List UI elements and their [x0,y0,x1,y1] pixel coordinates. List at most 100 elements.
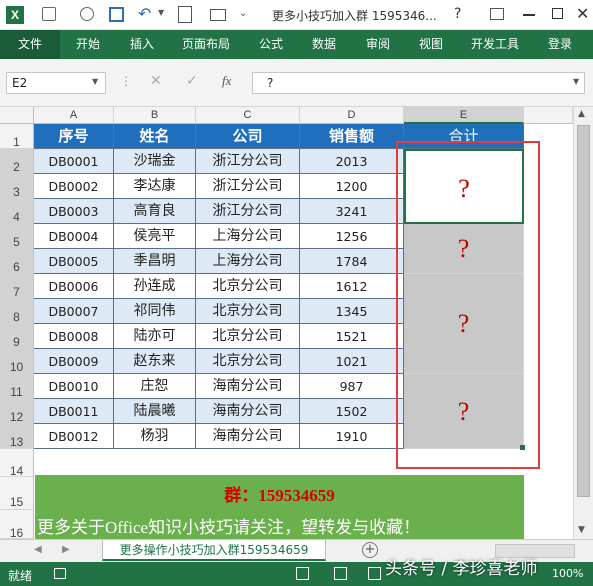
formula-input[interactable]: ? [252,72,585,94]
cell-sales[interactable]: 1256 [300,224,404,249]
cell-company[interactable]: 北京分公司 [196,349,300,374]
enter-icon[interactable]: ✓ [186,73,198,89]
cell-company[interactable]: 北京分公司 [196,274,300,299]
cell-sales[interactable]: 1200 [300,174,404,199]
cell-sales[interactable]: 1345 [300,299,404,324]
cell-company[interactable]: 上海分公司 [196,224,300,249]
cell-company[interactable]: 北京分公司 [196,299,300,324]
row-header[interactable]: 4 [0,199,34,224]
tab-review[interactable]: 审阅 [366,30,390,59]
cell-name[interactable]: 李达康 [114,174,196,199]
cell-no[interactable]: DB0012 [34,424,114,449]
cell-no[interactable]: DB0011 [34,399,114,424]
cell-name[interactable]: 祁同伟 [114,299,196,324]
header-cell-name[interactable]: 姓名 [114,124,196,149]
column-header-a[interactable]: A [34,107,114,124]
new-sheet-icon[interactable]: + [362,542,378,558]
qat-icon-2[interactable] [80,7,94,21]
macro-record-icon[interactable] [54,568,66,579]
cell-no[interactable]: DB0004 [34,224,114,249]
cell-name[interactable]: 庄恕 [114,374,196,399]
tab-view[interactable]: 视图 [419,30,443,59]
tab-file[interactable]: 文件 [0,30,60,59]
prev-sheet-icon[interactable]: ◀ [34,544,42,555]
row-header[interactable]: 1 [0,124,34,149]
cell-no[interactable]: DB0001 [34,149,114,174]
worksheet-grid[interactable]: A B C D E 1 2 3 4 5 6 7 8 9 10 11 12 13 … [0,107,593,539]
cell-sales[interactable]: 1612 [300,274,404,299]
name-box-dropdown-icon[interactable]: ▼ [92,77,98,86]
cell-no[interactable]: DB0007 [34,299,114,324]
scroll-down-icon[interactable]: ▼ [578,525,585,535]
cell-company[interactable]: 浙江分公司 [196,149,300,174]
page-layout-view-icon[interactable] [334,567,347,580]
ribbon-display-icon[interactable] [490,8,504,20]
column-header-b[interactable]: B [114,107,196,124]
next-sheet-icon[interactable]: ▶ [62,544,70,555]
cell-sales[interactable]: 1021 [300,349,404,374]
cell-company[interactable]: 海南分公司 [196,374,300,399]
row-header[interactable]: 2 [0,149,34,174]
cell-company[interactable]: 浙江分公司 [196,174,300,199]
column-header-f[interactable] [524,107,573,124]
cell-sales[interactable]: 987 [300,374,404,399]
cell-company[interactable]: 浙江分公司 [196,199,300,224]
column-header-c[interactable]: C [196,107,300,124]
row-header[interactable]: 9 [0,324,34,349]
scroll-thumb[interactable] [577,125,590,497]
cell-sales[interactable]: 1502 [300,399,404,424]
cell-company[interactable]: 上海分公司 [196,249,300,274]
insert-function-icon[interactable]: fx [222,73,231,89]
tab-home[interactable]: 开始 [76,30,100,59]
row-header[interactable]: 15 [0,477,34,510]
close-button[interactable]: ✕ [576,4,589,23]
expand-formula-icon[interactable]: ▼ [573,77,579,86]
tab-formulas[interactable]: 公式 [259,30,283,59]
zoom-level[interactable]: 100% [552,567,583,580]
cell-name[interactable]: 陆晨曦 [114,399,196,424]
cell-sales[interactable]: 1910 [300,424,404,449]
toolbox-icon[interactable] [210,9,226,21]
cell-name[interactable]: 侯亮平 [114,224,196,249]
tab-page-layout[interactable]: 页面布局 [182,30,230,59]
cell-no[interactable]: DB0002 [34,174,114,199]
save-icon[interactable] [109,7,124,22]
column-header-e[interactable]: E [404,107,524,124]
row-header[interactable]: 10 [0,349,34,374]
row-header[interactable]: 6 [0,249,34,274]
cell-no[interactable]: DB0010 [34,374,114,399]
customize-qat-icon[interactable]: ⌄ [239,8,247,19]
row-header[interactable]: 14 [0,449,34,478]
normal-view-icon[interactable] [296,567,309,580]
cell-name[interactable]: 赵东来 [114,349,196,374]
cell-company[interactable]: 北京分公司 [196,324,300,349]
minimize-button[interactable] [523,14,535,16]
cell-name[interactable]: 高育良 [114,199,196,224]
undo-dropdown-icon[interactable]: ▼ [158,8,164,17]
select-all-corner[interactable] [0,107,34,124]
cell-sales[interactable]: 1521 [300,324,404,349]
cancel-icon[interactable]: ✕ [150,73,162,89]
row-header[interactable]: 7 [0,274,34,299]
row-header[interactable]: 3 [0,174,34,199]
row-header[interactable]: 8 [0,299,34,324]
cell-no[interactable]: DB0008 [34,324,114,349]
cell-no[interactable]: DB0009 [34,349,114,374]
tab-developer[interactable]: 开发工具 [471,30,519,59]
restore-button[interactable] [552,8,563,19]
cell-sales[interactable]: 1784 [300,249,404,274]
cell-no[interactable]: DB0003 [34,199,114,224]
tab-data[interactable]: 数据 [312,30,336,59]
row-header[interactable]: 16 [0,510,34,539]
cell-name[interactable]: 杨羽 [114,424,196,449]
cell-sales[interactable]: 3241 [300,199,404,224]
name-box[interactable]: E2 [6,72,106,94]
cell-name[interactable]: 陆亦可 [114,324,196,349]
tab-insert[interactable]: 插入 [130,30,154,59]
print-preview-icon[interactable] [178,6,192,23]
header-cell-sales[interactable]: 销售额 [300,124,404,149]
cell-no[interactable]: DB0005 [34,249,114,274]
header-cell-no[interactable]: 序号 [34,124,114,149]
cell-no[interactable]: DB0006 [34,274,114,299]
cell-company[interactable]: 海南分公司 [196,424,300,449]
